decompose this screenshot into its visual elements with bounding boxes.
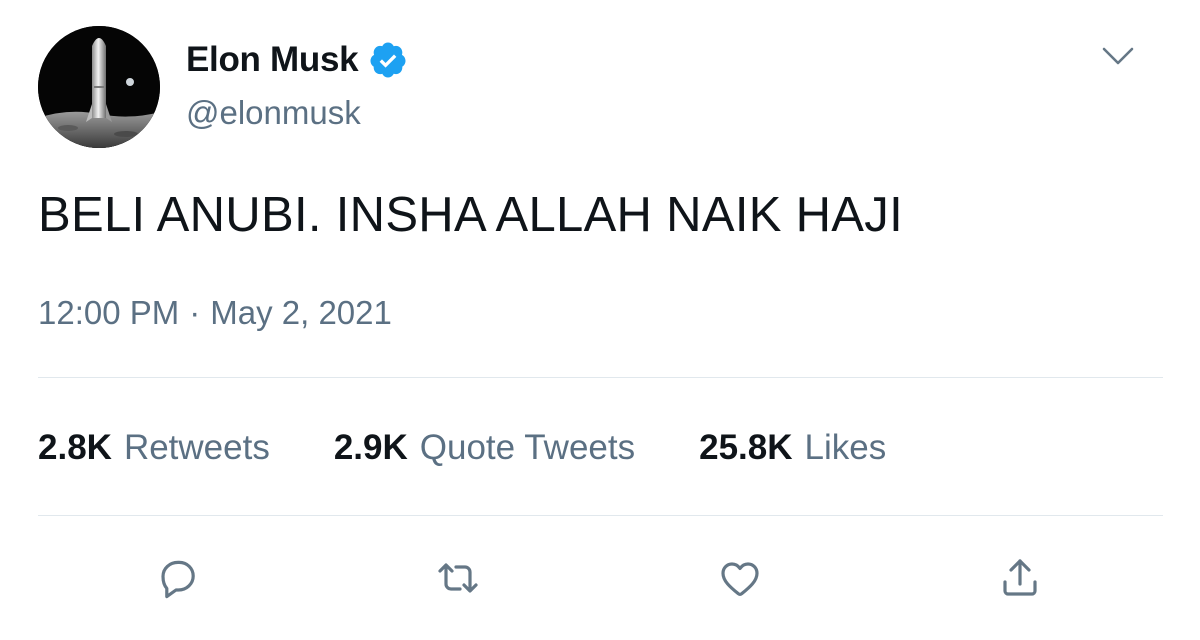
divider bbox=[38, 515, 1163, 516]
author-display-name[interactable]: Elon Musk bbox=[186, 40, 359, 80]
quote-tweets-label: Quote Tweets bbox=[419, 428, 636, 467]
quote-tweets-stat[interactable]: 2.9K Quote Tweets bbox=[334, 428, 635, 468]
avatar[interactable] bbox=[38, 26, 160, 148]
likes-count: 25.8K bbox=[699, 428, 793, 467]
timestamp-separator: · bbox=[189, 294, 201, 331]
tweet-text: BELI ANUBI. INSHA ALLAH NAIK HAJI bbox=[38, 188, 904, 242]
like-button[interactable] bbox=[712, 552, 768, 604]
share-button[interactable] bbox=[992, 552, 1048, 604]
quote-tweets-count: 2.9K bbox=[333, 428, 408, 467]
tweet-card: Elon Musk @elonmusk BELI ANUBI. INSHA AL… bbox=[0, 0, 1200, 640]
tweet-timestamp[interactable]: 12:00 PM · May 2, 2021 bbox=[38, 294, 392, 332]
likes-label: Likes bbox=[804, 428, 887, 467]
author-name-row: Elon Musk bbox=[186, 38, 408, 82]
chevron-down-icon[interactable] bbox=[1098, 38, 1138, 74]
reply-button[interactable] bbox=[150, 552, 206, 604]
like-icon bbox=[721, 562, 759, 596]
share-icon bbox=[1003, 559, 1037, 596]
retweet-icon bbox=[438, 563, 478, 593]
tweet-date: May 2, 2021 bbox=[210, 294, 392, 331]
retweets-stat[interactable]: 2.8K Retweets bbox=[38, 428, 270, 468]
retweets-count: 2.8K bbox=[38, 428, 112, 467]
tweet-stats: 2.8K Retweets 2.9K Quote Tweets 25.8K Likes bbox=[38, 428, 950, 468]
retweets-label: Retweets bbox=[123, 428, 270, 467]
retweet-button[interactable] bbox=[430, 552, 486, 604]
likes-stat[interactable]: 25.8K Likes bbox=[699, 428, 886, 468]
starship-on-moon-avatar bbox=[38, 26, 160, 148]
author-handle[interactable]: @elonmusk bbox=[186, 94, 361, 132]
tweet-time: 12:00 PM bbox=[38, 294, 180, 331]
verified-badge-icon bbox=[368, 40, 408, 80]
divider bbox=[38, 377, 1163, 378]
reply-icon bbox=[161, 560, 195, 599]
